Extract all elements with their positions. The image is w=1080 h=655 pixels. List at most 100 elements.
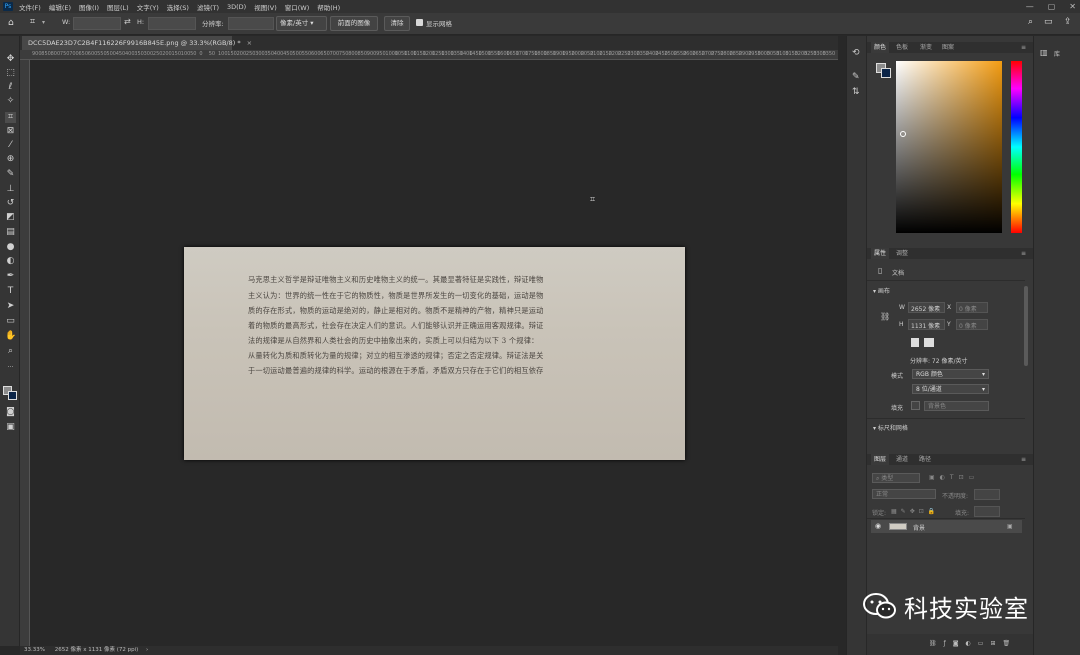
history-panel-icon[interactable]: ⟲ <box>852 48 860 58</box>
zoom-level[interactable]: 33.33% <box>24 647 45 653</box>
frame-tool-icon[interactable]: ⊠ <box>5 126 16 137</box>
canvas-y-input[interactable]: 0 像素 <box>956 319 988 330</box>
color-picker-cursor[interactable] <box>900 131 906 137</box>
width-input[interactable] <box>73 17 121 30</box>
share-icon[interactable]: ⇪ <box>1064 17 1072 27</box>
gradient-tool-icon[interactable]: ▤ <box>5 227 16 238</box>
brush-settings-icon[interactable]: ✎ <box>852 72 860 82</box>
menu-edit[interactable]: 编辑(E) <box>49 2 71 12</box>
properties-scrollbar[interactable] <box>1024 286 1028 366</box>
minimize-icon[interactable]: — <box>1026 2 1034 11</box>
blur-tool-icon[interactable]: ● <box>5 242 16 253</box>
adjustments-icon[interactable]: ⇅ <box>852 87 860 97</box>
opacity-input[interactable] <box>974 489 1000 500</box>
pen-tool-icon[interactable]: ✒ <box>5 271 16 282</box>
menu-file[interactable]: 文件(F) <box>19 2 41 12</box>
workspace-icon[interactable]: ▭ <box>1044 17 1053 27</box>
show-grid-checkbox[interactable] <box>416 19 423 26</box>
clear-button[interactable]: 清除 <box>384 16 410 31</box>
menu-filter[interactable]: 滤镜(T) <box>197 2 219 12</box>
eraser-tool-icon[interactable]: ◩ <box>5 212 16 223</box>
canvas-width-input[interactable]: 2652 像素 <box>908 302 945 313</box>
rectangle-tool-icon[interactable]: ▭ <box>5 316 16 327</box>
clone-stamp-tool-icon[interactable]: ⊥ <box>5 184 16 195</box>
path-selection-tool-icon[interactable]: ➤ <box>5 301 16 312</box>
menu-window[interactable]: 窗口(W) <box>285 2 310 12</box>
menu-image[interactable]: 图像(I) <box>79 2 99 12</box>
tab-color[interactable]: 颜色 <box>871 42 890 53</box>
tab-adjustments[interactable]: 调整 <box>896 248 908 259</box>
lasso-tool-icon[interactable]: ℓ <box>5 82 16 93</box>
horizontal-ruler[interactable]: 900 850 800 750 700 650 600 550 500 450 400 350 300 2… <box>20 50 838 60</box>
canvas-section-header[interactable]: ▾ 画布 <box>873 286 890 295</box>
panel-menu-icon[interactable]: ≡ <box>1021 248 1026 259</box>
panel-menu-icon[interactable]: ≡ <box>1021 42 1026 53</box>
tab-swatches[interactable]: 色板 <box>896 42 908 53</box>
close-tab-icon[interactable]: × <box>247 39 252 47</box>
unit-select[interactable]: 像素/英寸 ▾ <box>276 16 327 31</box>
layer-filter-select[interactable]: ⌕ 类型 <box>872 473 920 483</box>
libraries-label[interactable]: 库 <box>1054 49 1060 58</box>
layer-name[interactable]: 背景 <box>913 523 925 532</box>
bit-depth-select[interactable]: 8 位/通道 ▾ <box>912 384 989 394</box>
fill-opacity-input[interactable] <box>974 506 1000 517</box>
crop-tool-icon[interactable]: ⌗ <box>5 112 16 123</box>
more-tools-icon[interactable]: ··· <box>5 362 16 373</box>
eyedropper-tool-icon[interactable]: ⁄ <box>5 140 16 151</box>
eye-icon[interactable]: ◉ <box>875 522 881 530</box>
layer-filter-icons[interactable]: ▣◐T⊡▭ <box>929 474 979 481</box>
close-icon[interactable]: ✕ <box>1069 2 1076 11</box>
history-brush-tool-icon[interactable]: ↺ <box>5 198 16 209</box>
tab-gradients[interactable]: 渐变 <box>920 42 932 53</box>
tab-properties[interactable]: 属性 <box>871 248 890 259</box>
status-arrow-icon[interactable]: › <box>146 647 148 653</box>
search-icon[interactable]: ⌕ <box>1028 17 1033 27</box>
menu-view[interactable]: 视图(V) <box>254 2 277 12</box>
home-icon[interactable]: ⌂ <box>8 18 14 28</box>
link-icon[interactable]: ⛓ <box>880 312 890 321</box>
maximize-icon[interactable]: ▢ <box>1048 2 1056 11</box>
libraries-icon[interactable]: ▥ <box>1040 48 1048 57</box>
menu-type[interactable]: 文字(Y) <box>137 2 159 12</box>
panel-menu-icon[interactable]: ≡ <box>1021 454 1026 465</box>
lock-icons[interactable]: ▦✎✥⊡🔒 <box>891 508 939 515</box>
mode-select[interactable]: RGB 颜色 ▾ <box>912 369 989 379</box>
rulers-grids-section-header[interactable]: ▾ 标尺和网格 <box>873 423 908 432</box>
document-tab[interactable]: DCC5DAE23D7C2B4F116226F9916B845E.png @ 3… <box>22 36 252 50</box>
hand-tool-icon[interactable]: ✋ <box>5 331 16 342</box>
tab-patterns[interactable]: 图案 <box>942 42 954 53</box>
blend-mode-select[interactable]: 正常 <box>872 489 936 499</box>
menu-help[interactable]: 帮助(H) <box>317 2 340 12</box>
front-image-button[interactable]: 前面的图像 <box>330 16 378 31</box>
quick-mask-icon[interactable]: ◙ <box>5 407 16 418</box>
tab-paths[interactable]: 路径 <box>919 454 931 465</box>
hue-slider[interactable] <box>1011 61 1022 233</box>
chevron-down-icon[interactable]: ▾ <box>42 19 45 26</box>
background-color-swatch[interactable] <box>881 68 891 78</box>
crop-tool-icon[interactable]: ⌗ <box>30 17 35 27</box>
height-input[interactable] <box>148 17 196 30</box>
background-color-swatch[interactable] <box>8 391 17 400</box>
vertical-ruler[interactable] <box>20 60 30 646</box>
canvas-x-input[interactable]: 0 像素 <box>956 302 988 313</box>
layer-action-icons[interactable]: ⛓ƒ◙◐▭⊞🗑 <box>929 640 1017 647</box>
magic-wand-tool-icon[interactable]: ✧ <box>5 96 16 107</box>
portrait-orientation-icon[interactable] <box>911 338 919 347</box>
layer-row[interactable]: ◉ 背景 ▣ <box>871 520 1022 533</box>
menu-select[interactable]: 选择(S) <box>167 2 189 12</box>
screen-mode-icon[interactable]: ▣ <box>5 422 16 433</box>
tab-layers[interactable]: 图层 <box>871 454 890 465</box>
menu-layer[interactable]: 图层(L) <box>107 2 129 12</box>
landscape-orientation-icon[interactable] <box>924 338 934 347</box>
zoom-tool-icon[interactable]: ⌕ <box>5 346 16 357</box>
resolution-input[interactable] <box>228 17 274 30</box>
move-tool-icon[interactable]: ✥ <box>5 54 16 65</box>
menu-3d[interactable]: 3D(D) <box>227 3 246 11</box>
marquee-tool-icon[interactable]: ⬚ <box>5 68 16 79</box>
canvas-height-input[interactable]: 1131 像素 <box>908 319 945 330</box>
brush-tool-icon[interactable]: ✎ <box>5 169 16 180</box>
type-tool-icon[interactable]: T <box>5 286 16 297</box>
swap-icon[interactable]: ⇄ <box>124 17 131 26</box>
dodge-tool-icon[interactable]: ◐ <box>5 256 16 267</box>
color-picker-field[interactable] <box>896 61 1002 233</box>
